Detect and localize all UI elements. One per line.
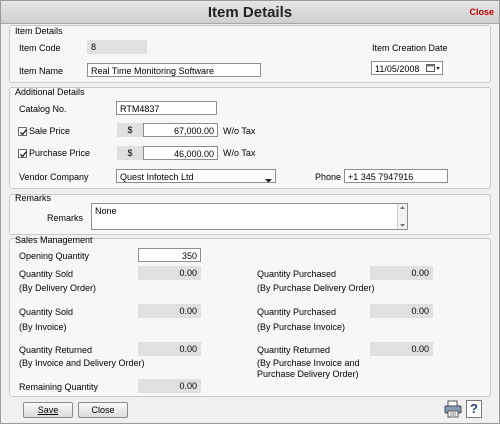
- opening-quantity-input[interactable]: 350: [138, 248, 201, 262]
- phone-label: Phone: [315, 172, 342, 182]
- purchase-price-checkbox[interactable]: [18, 149, 28, 158]
- quantity-sold-inv-sub: (By Invoice): [19, 322, 67, 332]
- quantity-purchased-pi-sub: (By Purchase Invoice): [257, 322, 346, 332]
- close-button[interactable]: Close: [78, 402, 128, 418]
- quantity-returned-label: Quantity Returned: [19, 345, 93, 355]
- item-code-label: Item Code: [19, 43, 61, 53]
- remaining-quantity-label: Remaining Quantity: [19, 382, 99, 392]
- phone-input[interactable]: +1 345 7947916: [344, 169, 448, 183]
- remaining-quantity-value: 0.00: [138, 379, 201, 393]
- purchase-price-input[interactable]: 46,000.00: [143, 146, 218, 160]
- remarks-group-title: Remarks: [15, 193, 52, 203]
- additional-details-group-title: Additional Details: [15, 87, 85, 97]
- item-creation-date-input[interactable]: 11/05/2008: [371, 61, 443, 75]
- purchase-price-label: Purchase Price: [29, 148, 91, 158]
- title-bar: Item Details Close: [1, 1, 499, 24]
- item-name-label: Item Name: [19, 66, 64, 76]
- quantity-purchased-pi-label: Quantity Purchased: [257, 307, 337, 317]
- printer-icon[interactable]: [444, 400, 462, 418]
- close-link[interactable]: Close: [469, 7, 494, 17]
- vendor-company-value: Quest Infotech Ltd: [120, 172, 194, 182]
- save-button-label: Save: [37, 405, 59, 415]
- quantity-returned-value: 0.00: [138, 342, 201, 356]
- quantity-purchased-pdo-value: 0.00: [370, 266, 433, 280]
- calendar-icon[interactable]: [426, 63, 440, 74]
- quantity-returned-p-label: Quantity Returned: [257, 345, 331, 355]
- help-icon[interactable]: ?: [466, 400, 482, 418]
- quantity-sold-inv-value: 0.00: [138, 304, 201, 318]
- item-name-input[interactable]: Real Time Monitoring Software: [87, 63, 261, 77]
- save-button[interactable]: Save: [23, 402, 73, 418]
- vendor-company-select[interactable]: Quest Infotech Ltd: [116, 169, 276, 183]
- sales-management-group-title: Sales Management: [15, 235, 93, 245]
- quantity-purchased-pdo-sub: (By Purchase Delivery Order): [257, 283, 375, 293]
- catalog-no-input[interactable]: RTM4837: [116, 101, 217, 115]
- catalog-no-label: Catalog No.: [19, 104, 67, 114]
- item-code-value: 8: [87, 40, 147, 54]
- chevron-down-icon[interactable]: [265, 174, 272, 182]
- item-details-window: Item Details Close Item Details Item Cod…: [0, 0, 500, 424]
- sale-price-label: Sale Price: [29, 126, 71, 136]
- quantity-sold-do-label: Quantity Sold: [19, 269, 74, 279]
- quantity-purchased-pi-value: 0.00: [370, 304, 433, 318]
- quantity-purchased-pdo-label: Quantity Purchased: [257, 269, 337, 279]
- remarks-textarea[interactable]: None: [91, 203, 408, 230]
- window-title: Item Details: [207, 4, 293, 21]
- sale-currency: $: [117, 123, 143, 137]
- purchase-currency: $: [117, 146, 143, 160]
- item-details-group-title: Item Details: [15, 26, 63, 36]
- vendor-company-label: Vendor Company: [19, 172, 89, 182]
- item-creation-date-label: Item Creation Date: [372, 43, 448, 53]
- quantity-returned-sub: (By Invoice and Delivery Order): [19, 358, 145, 368]
- quantity-returned-p-sub2: Purchase Delivery Order): [257, 369, 359, 379]
- quantity-sold-do-sub: (By Delivery Order): [19, 283, 97, 293]
- remarks-value: None: [95, 206, 117, 216]
- quantity-sold-do-value: 0.00: [138, 266, 201, 280]
- sale-tax-label: W/o Tax: [223, 126, 256, 136]
- quantity-sold-inv-label: Quantity Sold: [19, 307, 74, 317]
- opening-quantity-label: Opening Quantity: [19, 251, 90, 261]
- remarks-scrollbar[interactable]: [397, 204, 407, 229]
- sale-price-checkbox[interactable]: [18, 127, 28, 136]
- sale-price-input[interactable]: 67,000.00: [143, 123, 218, 137]
- quantity-returned-p-value: 0.00: [370, 342, 433, 356]
- purchase-tax-label: W/o Tax: [223, 148, 256, 158]
- creation-date-text: 11/05/2008: [375, 64, 420, 74]
- remarks-label: Remarks: [47, 213, 84, 223]
- quantity-returned-p-sub1: (By Purchase Invoice and: [257, 358, 360, 368]
